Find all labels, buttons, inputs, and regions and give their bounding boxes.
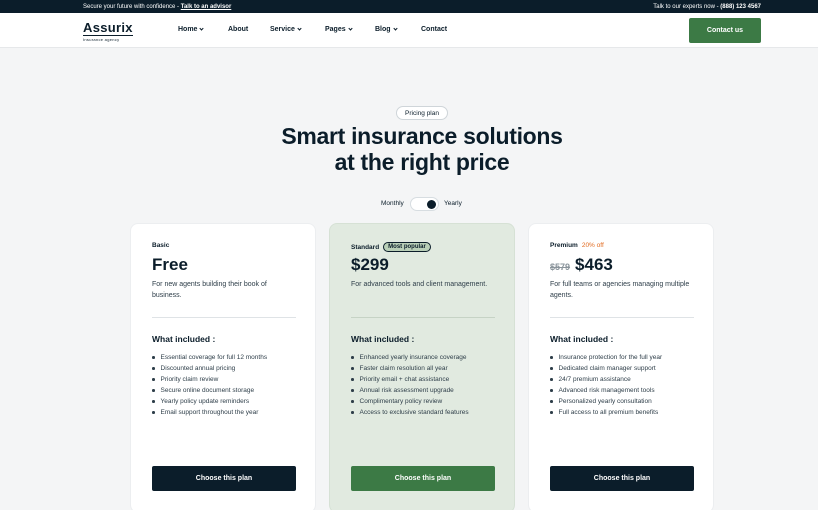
included-heading: What included : <box>351 334 415 344</box>
feature-list: Enhanced yearly insurance coverage Faste… <box>351 352 469 418</box>
nav-item-label: Home <box>178 26 198 33</box>
feature-item: Dedicated claim manager support <box>550 363 662 374</box>
phone-number[interactable]: (888) 123 4567 <box>720 4 761 10</box>
feature-item: Access to exclusive standard features <box>351 407 469 418</box>
plan-description: For new agents building their book of bu… <box>152 281 267 299</box>
logo-name: Assurix <box>83 20 133 35</box>
feature-list: Insurance protection for the full year D… <box>550 352 663 418</box>
feature-item: Insurance protection for the full year <box>550 352 663 363</box>
chevron-down-icon <box>392 26 398 31</box>
chevron-down-icon <box>348 26 353 31</box>
talk-to-advisor-link[interactable]: Talk to an advisor <box>181 4 232 10</box>
feature-item: Priority email + chat assistance <box>351 374 469 385</box>
billing-switch[interactable] <box>410 197 439 211</box>
choose-plan-button-basic[interactable]: Choose this plan <box>152 466 296 491</box>
main-navigation: Assurix Insurance agency Home About Serv… <box>0 13 818 48</box>
divider <box>351 317 495 318</box>
plan-tier: Basic <box>152 242 169 249</box>
chevron-down-icon <box>199 26 205 31</box>
nav-item-label: About <box>228 26 249 33</box>
feature-item: Enhanced yearly insurance coverage <box>351 352 469 363</box>
plan-card-premium: Premium 20% off $579 $463 For full teams o… <box>528 223 714 510</box>
nav-item-service[interactable]: Service <box>270 26 302 33</box>
plan-card-basic: Basic Free For new agents building their… <box>130 223 316 510</box>
chevron-down-icon <box>297 26 302 31</box>
price-value: $299 <box>351 255 389 274</box>
logo[interactable]: Assurix Insurance agency <box>83 20 133 42</box>
top-announcement-bar: Secure your future with confidence - Tal… <box>0 0 818 13</box>
feature-item: Secure online document storage <box>152 385 267 396</box>
feature-item: Email support throughout the year <box>152 407 267 418</box>
announcement-text: Secure your future with confidence - <box>83 3 181 10</box>
choose-plan-button-standard[interactable]: Choose this plan <box>351 466 495 491</box>
price-value: $463 <box>575 255 613 274</box>
feature-item: Personalized yearly consultation <box>550 396 662 407</box>
nav-item-contact[interactable]: Contact <box>421 26 447 33</box>
feature-item: Priority claim review <box>152 374 267 385</box>
nav-item-about[interactable]: About <box>228 26 248 33</box>
nav-item-pages[interactable]: Pages <box>325 26 353 33</box>
switch-knob <box>427 200 436 209</box>
price-value: Free <box>152 255 188 274</box>
included-heading: What included : <box>152 334 216 344</box>
nav-item-blog[interactable]: Blog <box>375 26 398 33</box>
plan-price: Free <box>152 255 188 275</box>
feature-item: Faster claim resolution all year <box>351 363 469 374</box>
tier-label: Premium <box>550 242 578 249</box>
feature-item: Yearly policy update reminders <box>152 396 267 407</box>
plan-price: $579 $463 <box>550 255 613 275</box>
feature-item: Annual risk assessment upgrade <box>351 385 469 396</box>
plan-tier: Standard Most popular <box>351 242 431 252</box>
title-line-2: at the right price <box>334 149 510 175</box>
feature-item: Complimentary policy review <box>351 396 469 407</box>
plan-card-standard: Standard Most popular $299 For advanced t… <box>329 223 515 510</box>
contact-us-button[interactable]: Contact us <box>689 18 761 43</box>
tier-label: Standard <box>351 243 380 251</box>
plan-description: For advanced tools and client management… <box>351 281 488 288</box>
divider <box>550 317 694 318</box>
billing-toggle: Monthly Yearly <box>370 197 490 211</box>
nav-item-label: Pages <box>325 26 346 33</box>
included-heading: What included : <box>550 334 614 344</box>
feature-list: Essential coverage for full 12 months Di… <box>152 352 268 418</box>
experts-text: Talk to our experts now - <box>653 3 721 10</box>
nav-item-label: Service <box>270 26 295 33</box>
choose-plan-button-premium[interactable]: Choose this plan <box>550 466 694 491</box>
divider <box>152 317 296 318</box>
monthly-label[interactable]: Monthly <box>381 200 404 207</box>
nav-item-label: Blog <box>375 26 391 33</box>
discount-label: 20% off <box>581 242 604 249</box>
tier-label: Basic <box>152 242 170 249</box>
announcement-left: Secure your future with confidence - Tal… <box>83 4 231 10</box>
feature-item: Discounted annual pricing <box>152 363 267 374</box>
feature-item: 24/7 premium assistance <box>550 374 662 385</box>
plan-description: For full teams or agencies managing mult… <box>550 281 690 299</box>
old-price: $579 <box>550 262 571 272</box>
pricing-plan-badge: Pricing plan <box>396 106 448 120</box>
plan-price: $299 <box>351 255 389 275</box>
title-line-1: Smart insurance solutions <box>281 123 563 149</box>
announcement-right: Talk to our experts now - (888) 123 4567 <box>653 4 761 10</box>
feature-item: Essential coverage for full 12 months <box>152 352 268 363</box>
plan-tier: Premium 20% off <box>550 242 604 249</box>
nav-item-label: Contact <box>421 26 448 33</box>
most-popular-badge: Most popular <box>383 242 431 252</box>
page-title: Smart insurance solutions at the right p… <box>240 123 604 175</box>
logo-tagline: Insurance agency <box>83 35 133 42</box>
feature-item: Advanced risk management tools <box>550 385 662 396</box>
nav-item-home[interactable]: Home <box>178 26 205 33</box>
yearly-label[interactable]: Yearly <box>444 200 462 207</box>
feature-item: Full access to all premium benefits <box>550 407 662 418</box>
